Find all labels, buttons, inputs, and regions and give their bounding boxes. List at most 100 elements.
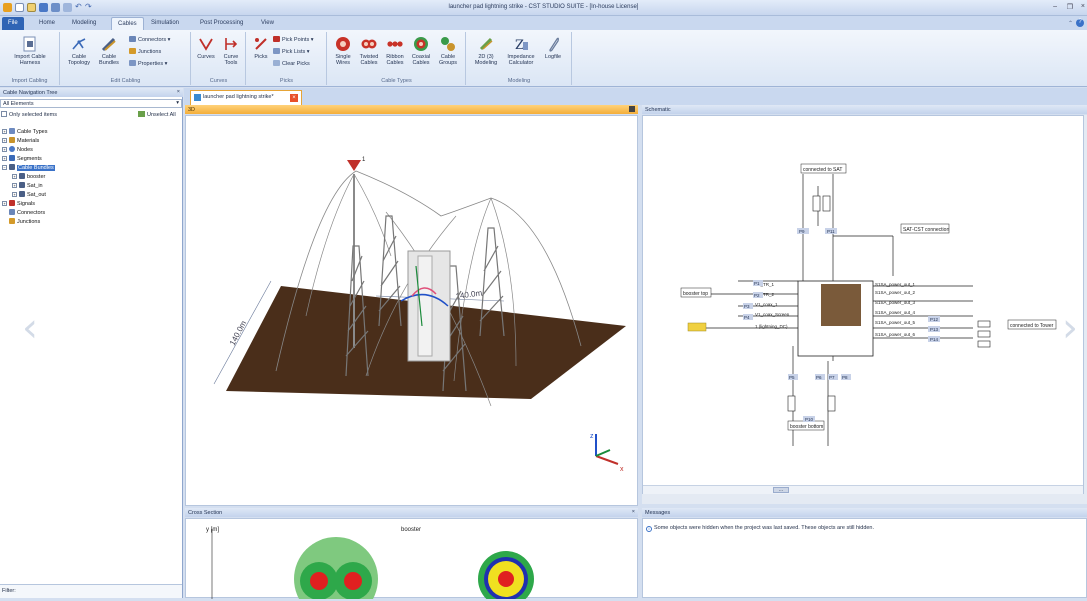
impedance-calculator-button[interactable]: Z Impedance Calculator bbox=[503, 36, 539, 66]
picks-button[interactable]: Picks bbox=[249, 36, 273, 60]
cable-bundles-label: Cable Bundles bbox=[99, 54, 119, 66]
twisted-cables-button[interactable]: Twisted Cables bbox=[356, 36, 382, 66]
unselect-icon bbox=[138, 111, 145, 117]
minimize-icon[interactable]: – bbox=[1053, 3, 1057, 10]
cable-groups-button[interactable]: Cable Groups bbox=[434, 36, 462, 66]
group-edit-cabling: Cable Topology Cable Bundles Connectors … bbox=[61, 32, 191, 85]
pin-label: S1SA_power_out_6 bbox=[875, 332, 916, 337]
tree-item-sat-out[interactable]: + Sat_out bbox=[12, 191, 46, 198]
close-tab-icon[interactable]: × bbox=[290, 94, 298, 102]
axis-z-label: z bbox=[590, 433, 594, 440]
pin-label: S1SA_power_out_2 bbox=[875, 290, 916, 295]
close-panel-icon[interactable]: × bbox=[632, 509, 635, 515]
ribbon-collapse-icon[interactable]: ⌃ bbox=[1068, 20, 1073, 27]
impedance-calculator-icon: Z bbox=[515, 38, 528, 52]
schematic-header: Schematic bbox=[642, 105, 1087, 114]
single-wires-button[interactable]: Single Wires bbox=[330, 36, 356, 66]
group-curves: Curves Curve Tools Curves bbox=[192, 32, 246, 85]
cable-topology-button[interactable]: Cable Topology bbox=[65, 36, 93, 66]
tree-item-signals[interactable]: + Signals bbox=[2, 200, 35, 207]
expand-icon: + bbox=[12, 183, 17, 188]
tree-item-materials[interactable]: + Materials bbox=[2, 137, 39, 144]
pin-badge: P11 bbox=[827, 229, 835, 234]
tab-home[interactable]: Home bbox=[33, 17, 61, 30]
axis-x-label: x bbox=[620, 466, 624, 473]
pin-badge: P8 bbox=[842, 375, 848, 380]
materials-icon bbox=[9, 137, 15, 143]
curve-tools-button[interactable]: Curve Tools bbox=[218, 36, 244, 66]
group-cable-types: Single Wires Twisted Cables Ribbon Cable… bbox=[328, 32, 466, 85]
modeling-2d3d-button[interactable]: 2D (3) Modeling bbox=[469, 36, 503, 66]
close-window-icon[interactable]: × bbox=[1081, 3, 1085, 10]
schematic-diagram: V1_TR_1 V1_TR_2 V1_coax_1 V1_coax_Screen… bbox=[680, 163, 1057, 446]
pin-badge: P14 bbox=[930, 337, 939, 342]
document-tab[interactable]: launcher pad lightning strike* × bbox=[190, 90, 302, 105]
group-label: Import Cabling bbox=[11, 78, 48, 84]
schematic-hscrollbar[interactable]: ... bbox=[643, 485, 1083, 494]
connectors-button[interactable]: Connectors ▾ bbox=[129, 36, 170, 43]
junctions-button[interactable]: Junctions bbox=[129, 48, 161, 55]
maximize-panel-icon[interactable] bbox=[629, 106, 635, 112]
pin-badge: P1 bbox=[754, 281, 760, 286]
restore-icon[interactable]: ❐ bbox=[1067, 3, 1073, 11]
axis-y bbox=[595, 449, 611, 457]
properties-button[interactable]: Properties ▾ bbox=[129, 60, 167, 67]
ribbon: Import Cable Harness Import Cabling Cabl… bbox=[0, 30, 1087, 87]
checkbox-box bbox=[1, 111, 7, 117]
scroll-thumb[interactable]: ... bbox=[773, 487, 789, 493]
ribbon-cables-button[interactable]: Ribbon Cables bbox=[382, 36, 408, 66]
cable-types-icon bbox=[9, 128, 15, 134]
tree-item-nodes[interactable]: + Nodes bbox=[2, 146, 33, 153]
pin-label: V1_coax_Screen bbox=[755, 312, 790, 317]
nodes-icon bbox=[9, 146, 15, 152]
next-arrow-icon[interactable]: › bbox=[1062, 305, 1078, 351]
pick-lists-button[interactable]: Pick Lists ▾ bbox=[273, 48, 310, 55]
pick-points-button[interactable]: Pick Points ▾ bbox=[273, 36, 314, 43]
only-selected-checkbox[interactable]: Only selected items bbox=[1, 111, 57, 118]
clear-picks-button[interactable]: Clear Picks bbox=[273, 60, 310, 67]
tab-view[interactable]: View bbox=[255, 17, 280, 30]
tab-post-processing[interactable]: Post Processing bbox=[194, 17, 249, 30]
cross-section-plot: y [m] booster bbox=[206, 527, 534, 601]
tree-item-label: Materials bbox=[17, 138, 40, 144]
cable-bundles-button[interactable]: Cable Bundles bbox=[95, 36, 123, 66]
tree-item-sat-in[interactable]: + Sat_in bbox=[12, 182, 43, 189]
signals-icon bbox=[9, 200, 15, 206]
view3d-canvas[interactable]: 140.0m 140.0m 1 z x bbox=[185, 115, 638, 506]
twisted-cables-label: Twisted Cables bbox=[359, 54, 379, 66]
tree-item-segments[interactable]: + Segments bbox=[2, 155, 42, 162]
filter-dropdown[interactable]: All Elements ▾ bbox=[0, 99, 182, 108]
tree-item-junctions[interactable]: Junctions bbox=[9, 218, 40, 225]
curve-tools-icon bbox=[225, 38, 238, 50]
tree-item-cable-bundles[interactable]: − Cable Bundles bbox=[2, 164, 55, 171]
wire-conductor bbox=[310, 572, 328, 590]
cross-section-view[interactable]: y [m] booster bbox=[185, 518, 638, 601]
import-cable-harness-button[interactable]: Import Cable Harness bbox=[6, 36, 54, 66]
info-icon: i bbox=[646, 526, 652, 532]
help-icon[interactable]: ? bbox=[1076, 19, 1084, 27]
tab-simulation[interactable]: Simulation bbox=[145, 17, 185, 30]
tree-item-booster[interactable]: + booster bbox=[12, 173, 45, 180]
group-label: Modeling bbox=[507, 78, 531, 84]
tab-file[interactable]: File bbox=[2, 17, 24, 30]
tree-filter-bar[interactable]: Filter: bbox=[0, 584, 182, 598]
unselect-all-button[interactable]: Unselect All bbox=[138, 111, 176, 118]
cross-section-plot-title: booster bbox=[401, 527, 421, 533]
coaxial-cables-button[interactable]: Coaxial Cables bbox=[408, 36, 434, 66]
resistor bbox=[812, 195, 821, 212]
previous-arrow-icon[interactable]: ‹ bbox=[22, 305, 38, 351]
curves-button[interactable]: Curves bbox=[194, 36, 218, 60]
schematic-canvas[interactable]: V1_TR_1 V1_TR_2 V1_coax_1 V1_coax_Screen… bbox=[642, 115, 1084, 494]
tab-modeling[interactable]: Modeling bbox=[66, 17, 102, 30]
cross-section-title: Cross Section bbox=[188, 510, 223, 516]
chevron-down-icon: ▾ bbox=[176, 100, 179, 106]
logfile-button[interactable]: Logfile bbox=[539, 36, 567, 60]
messages-title: Messages bbox=[645, 510, 671, 516]
close-panel-icon[interactable]: × bbox=[177, 89, 180, 95]
tree-item-cable-types[interactable]: + Cable Types bbox=[2, 128, 47, 135]
window-title: launcher pad lightning strike - CST STUD… bbox=[448, 4, 639, 10]
pin-badge: P6 bbox=[816, 375, 822, 380]
tab-cables[interactable]: Cables bbox=[111, 17, 144, 30]
group-label: Picks bbox=[279, 78, 294, 84]
tree-item-connectors[interactable]: Connectors bbox=[9, 209, 45, 216]
